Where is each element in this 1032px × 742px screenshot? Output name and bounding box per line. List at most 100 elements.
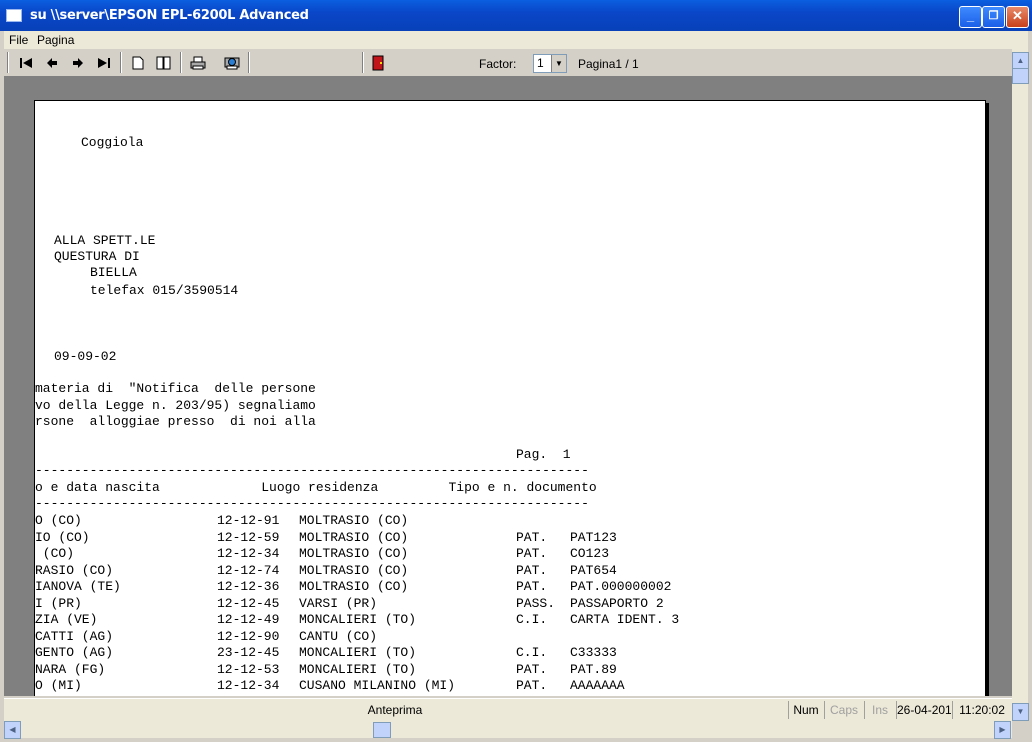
row-birth-date: 23-12-45 bbox=[217, 645, 280, 660]
last-page-icon bbox=[98, 57, 110, 68]
window-title: su \\server\EPSON EPL-6200L Advanced bbox=[30, 8, 309, 23]
toolbar-separator bbox=[180, 52, 182, 73]
row-doc-type: PASS. bbox=[516, 595, 556, 611]
minimize-button[interactable]: _ bbox=[959, 6, 982, 28]
chevron-down-icon[interactable]: ▼ bbox=[551, 55, 566, 72]
first-page-button[interactable] bbox=[16, 53, 36, 72]
exit-button[interactable] bbox=[368, 53, 388, 72]
menu-pagina[interactable]: Pagina bbox=[37, 33, 74, 47]
close-button[interactable]: ✕ bbox=[1006, 6, 1029, 28]
window-icon[interactable] bbox=[6, 9, 22, 22]
row-residence: MOLTRASIO (CO) bbox=[299, 529, 409, 545]
row-birth-date: 12-12-45 bbox=[217, 595, 280, 611]
status-date: 26-04-2016 bbox=[896, 701, 951, 719]
row-name: IANOVA (TE) bbox=[35, 579, 121, 594]
printer-setup-icon bbox=[224, 57, 240, 70]
row-doc-type: PAT. bbox=[516, 678, 548, 693]
row-doc-number: AAAAAAA bbox=[570, 678, 625, 693]
scroll-right-icon[interactable]: ▶ bbox=[994, 721, 1011, 739]
scroll-down-icon[interactable]: ▼ bbox=[1012, 703, 1029, 721]
doc-line: Coggiola bbox=[81, 135, 144, 150]
row-doc-number: PAT.000000002 bbox=[570, 579, 672, 594]
toolbar-grip bbox=[7, 52, 9, 73]
row-doc-number: CARTA IDENT. 3 bbox=[570, 612, 680, 627]
row-birth-date: 12-12-91 bbox=[217, 513, 280, 528]
row-residence: MOLTRASIO (CO) bbox=[299, 562, 409, 578]
row-name: I (PR) bbox=[35, 595, 82, 611]
toolbar: Factor: 1 ▼ Pagina1 / 1 bbox=[4, 49, 1012, 77]
status-num: Num bbox=[788, 701, 823, 719]
row-name: ZIA (VE) bbox=[35, 612, 98, 627]
menu-bar: File Pagina bbox=[4, 31, 1028, 49]
factor-label: Factor: bbox=[479, 57, 517, 71]
doc-line: Pag. 1 bbox=[516, 447, 571, 462]
print-preview-window: su \\server\EPSON EPL-6200L Advanced _ ❐… bbox=[0, 0, 1032, 742]
factor-select[interactable]: 1 ▼ bbox=[533, 54, 567, 73]
status-caps: Caps bbox=[824, 701, 863, 719]
exit-door-icon bbox=[372, 55, 384, 70]
row-birth-date: 12-12-74 bbox=[217, 562, 280, 578]
row-birth-date: 12-12-49 bbox=[217, 612, 280, 627]
row-residence: CANTU (CO) bbox=[299, 628, 378, 644]
next-page-button[interactable] bbox=[68, 53, 88, 72]
row-birth-date: 12-12-59 bbox=[217, 529, 280, 545]
row-name: O (MI) bbox=[35, 678, 82, 693]
horizontal-scrollbar[interactable]: ◀ ▶ bbox=[4, 721, 1012, 739]
doc-line: rsone alloggiae presso di noi alla bbox=[35, 414, 316, 429]
row-name: GENTO (AG) bbox=[35, 645, 114, 660]
row-doc-type: PAT. bbox=[516, 661, 548, 677]
row-residence: MOLTRASIO (CO) bbox=[299, 579, 409, 594]
doc-line: materia di "Notifica delle persone bbox=[35, 381, 316, 396]
status-ins: Ins bbox=[864, 701, 895, 719]
status-mode: Anteprima bbox=[367, 703, 423, 717]
row-residence: MOLTRASIO (CO) bbox=[299, 513, 409, 528]
row-residence: CUSANO MILANINO (MI) bbox=[299, 678, 456, 693]
page-indicator: Pagina1 / 1 bbox=[578, 57, 639, 71]
horizontal-scroll-thumb[interactable] bbox=[373, 722, 391, 738]
row-doc-type: C.I. bbox=[516, 645, 548, 660]
toolbar-separator bbox=[248, 52, 250, 73]
preview-area[interactable]: Coggiola ALLA SPETT.LE QUESTURA DI BIELL… bbox=[4, 77, 1012, 696]
doc-line: ALLA SPETT.LE bbox=[54, 233, 156, 248]
single-page-button[interactable] bbox=[128, 53, 148, 72]
title-bar[interactable]: su \\server\EPSON EPL-6200L Advanced _ ❐… bbox=[0, 0, 1032, 31]
doc-line: QUESTURA DI bbox=[54, 249, 140, 264]
row-residence: MONCALIERI (TO) bbox=[299, 645, 417, 660]
row-name: (CO) bbox=[35, 546, 75, 561]
last-page-button[interactable] bbox=[94, 53, 114, 72]
print-button[interactable] bbox=[188, 53, 208, 72]
menu-file[interactable]: File bbox=[9, 33, 28, 47]
status-time: 11:20:02 bbox=[952, 701, 1011, 719]
row-birth-date: 12-12-90 bbox=[217, 628, 280, 644]
row-doc-type: PAT. bbox=[516, 562, 548, 578]
row-doc-type: PAT. bbox=[516, 546, 548, 561]
status-bar: Anteprima Num Caps Ins 26-04-2016 11:20:… bbox=[4, 698, 1012, 721]
row-birth-date: 12-12-53 bbox=[217, 661, 280, 677]
doc-line: telefax 015/3590514 bbox=[90, 283, 239, 298]
row-name: NARA (FG) bbox=[35, 661, 106, 677]
setup-button[interactable] bbox=[222, 53, 242, 72]
doc-line: ----------------------------------------… bbox=[35, 496, 589, 511]
document-page: Coggiola ALLA SPETT.LE QUESTURA DI BIELL… bbox=[34, 100, 986, 696]
row-residence: MOLTRASIO (CO) bbox=[299, 546, 409, 561]
prev-page-button[interactable] bbox=[42, 53, 62, 72]
doc-line: 09-09-02 bbox=[54, 349, 117, 364]
prev-page-icon bbox=[47, 57, 57, 68]
row-residence: VARSI (PR) bbox=[299, 595, 378, 611]
two-pages-button[interactable] bbox=[154, 53, 174, 72]
row-name: RASIO (CO) bbox=[35, 562, 114, 578]
scroll-left-icon[interactable]: ◀ bbox=[4, 721, 21, 739]
vertical-scrollbar[interactable]: ▲ ▼ bbox=[1012, 49, 1029, 721]
doc-line: o e data nascita Luogo residenza Tipo e … bbox=[35, 480, 597, 495]
first-page-icon bbox=[20, 57, 32, 68]
doc-line: BIELLA bbox=[90, 265, 137, 280]
row-doc-number: PAT123 bbox=[570, 529, 617, 545]
vertical-scroll-thumb[interactable] bbox=[1012, 68, 1029, 84]
row-doc-type: C.I. bbox=[516, 612, 548, 627]
row-birth-date: 12-12-34 bbox=[217, 678, 280, 693]
maximize-button[interactable]: ❐ bbox=[982, 6, 1005, 28]
row-residence: MONCALIERI (TO) bbox=[299, 661, 417, 677]
row-doc-type: PAT. bbox=[516, 579, 548, 594]
toolbar-separator bbox=[120, 52, 122, 73]
two-pages-icon bbox=[156, 56, 171, 69]
